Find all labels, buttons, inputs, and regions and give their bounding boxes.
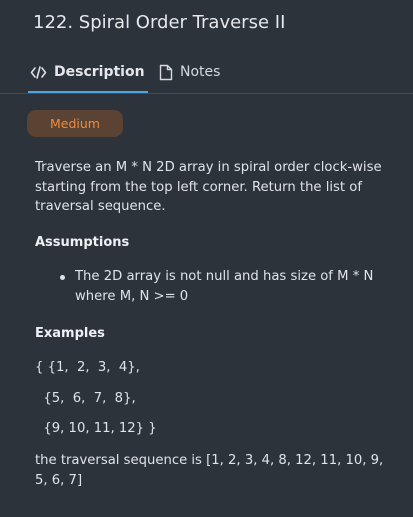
problem-description: Traverse an M * N 2D array in spiral ord… — [35, 158, 387, 490]
description-intro: Traverse an M * N 2D array in spiral ord… — [35, 160, 382, 215]
example-line: {5, 6, 7, 8}, — [35, 390, 136, 406]
code-icon — [30, 64, 47, 81]
example-line: { {1, 2, 3, 4}, — [35, 360, 140, 376]
tab-notes[interactable]: Notes — [159, 64, 220, 93]
tab-bar: Description Notes — [0, 55, 413, 94]
problem-page: 122. Spiral Order Traverse II Descriptio… — [0, 0, 413, 517]
example-result: the traversal sequence is [1, 2, 3, 4, 8… — [35, 452, 384, 488]
tab-description[interactable]: Description — [28, 64, 148, 93]
example-line: {9, 10, 11, 12} } — [35, 421, 157, 437]
assumptions-heading: Assumptions — [35, 234, 130, 250]
difficulty-badge: Medium — [27, 110, 123, 137]
tab-notes-label: Notes — [180, 64, 221, 80]
tab-description-label: Description — [54, 64, 145, 80]
assumptions-list: The 2D array is not null and has size of… — [35, 267, 387, 306]
file-icon — [159, 64, 173, 81]
examples-heading: Examples — [35, 325, 105, 341]
page-title: 122. Spiral Order Traverse II — [33, 12, 286, 33]
list-item: The 2D array is not null and has size of… — [60, 267, 387, 306]
